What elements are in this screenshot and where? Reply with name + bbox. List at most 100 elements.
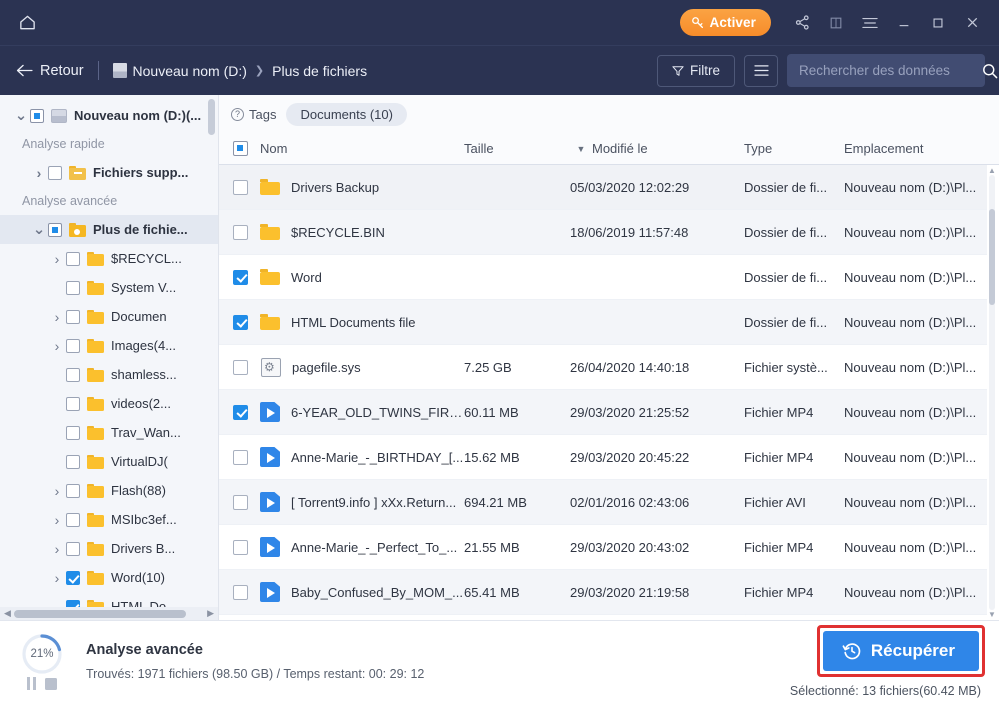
column-header-location[interactable]: Emplacement <box>844 141 999 156</box>
sidebar-item[interactable]: HTML Do... <box>0 592 218 607</box>
row-checkbox[interactable] <box>233 404 248 420</box>
table-row[interactable]: [ Torrent9.info ] xXx.Return... 694.21 MB… <box>219 480 987 525</box>
table-row[interactable]: $RECYCLE.BIN 18/06/2019 11:57:48 Dossier d… <box>219 210 987 255</box>
activate-button[interactable]: Activer <box>679 9 771 36</box>
table-row[interactable]: Word Dossier de fi... Nouveau nom (D:)\Pl.… <box>219 255 987 300</box>
sidebar-item-checkbox[interactable] <box>66 367 80 382</box>
search-icon[interactable] <box>982 63 998 79</box>
column-header-modified[interactable]: Modifié le <box>592 141 744 156</box>
sidebar-item-checkbox[interactable] <box>48 222 62 237</box>
list-vertical-scrollbar[interactable]: ▲ ▼ <box>987 165 997 620</box>
share-icon[interactable] <box>787 8 817 38</box>
chevron-down-icon[interactable]: ⌄ <box>14 108 28 123</box>
sidebar-item-checkbox[interactable] <box>66 338 80 353</box>
row-checkbox[interactable] <box>233 494 248 510</box>
sidebar-vertical-scrollbar[interactable] <box>208 99 217 598</box>
sidebar-item-checkbox[interactable] <box>66 425 80 440</box>
sort-descending-icon[interactable]: ▼ <box>570 144 592 154</box>
row-checkbox[interactable] <box>233 269 248 285</box>
scroll-up-icon[interactable]: ▲ <box>988 166 996 175</box>
question-icon[interactable]: ? <box>231 107 244 121</box>
scroll-right-icon[interactable]: ▶ <box>207 608 214 619</box>
back-button[interactable]: Retour <box>16 63 84 79</box>
row-checkbox[interactable] <box>233 584 248 600</box>
sidebar-item-checkbox[interactable] <box>66 599 80 607</box>
table-row[interactable]: HTML Documents file Dossier de fi... Nouve… <box>219 300 987 345</box>
minimize-icon[interactable] <box>889 8 919 38</box>
sidebar-item[interactable]: › Word(10) <box>0 563 218 592</box>
row-checkbox[interactable] <box>233 314 248 330</box>
sidebar-item-checkbox[interactable] <box>66 483 80 498</box>
sidebar-item[interactable]: VirtualDJ( <box>0 447 218 476</box>
sidebar-item-checkbox[interactable] <box>66 396 80 411</box>
table-row[interactable]: Anne-Marie_-_BIRTHDAY_[... 15.62 MB 29/03/… <box>219 435 987 480</box>
sidebar-item-checkbox[interactable] <box>66 280 80 295</box>
select-all-checkbox[interactable] <box>233 141 248 156</box>
row-checkbox[interactable] <box>233 224 248 240</box>
sidebar-item-checkbox[interactable] <box>66 251 80 266</box>
sidebar-item[interactable]: › Images(4... <box>0 331 218 360</box>
filter-button[interactable]: Filtre <box>657 54 735 87</box>
file-rows-container[interactable]: Drivers Backup 05/03/2020 12:02:29 Dossier… <box>219 165 987 620</box>
row-checkbox[interactable] <box>233 539 248 555</box>
sidebar-item-checkbox[interactable] <box>66 309 80 324</box>
recover-button[interactable]: Récupérer <box>822 631 979 671</box>
row-checkbox[interactable] <box>233 359 248 375</box>
scrollbar-thumb[interactable] <box>208 99 215 135</box>
sidebar-item[interactable]: videos(2... <box>0 389 218 418</box>
chevron-right-icon[interactable]: › <box>50 338 64 354</box>
chevron-down-icon[interactable]: ⌄ <box>32 222 46 237</box>
column-header-type[interactable]: Type <box>744 141 844 156</box>
sidebar-item[interactable]: › Fichiers supp... <box>0 158 218 187</box>
chevron-right-icon[interactable]: › <box>32 165 46 181</box>
sidebar-item[interactable]: ⌄ Plus de fichie... <box>0 215 218 244</box>
sidebar-item[interactable]: › Flash(88) <box>0 476 218 505</box>
stop-icon[interactable] <box>45 678 58 690</box>
scrollbar-thumb-h[interactable] <box>14 609 186 618</box>
search-input[interactable] <box>799 63 976 78</box>
list-view-button[interactable] <box>744 54 778 87</box>
sidebar-item[interactable]: › Drivers B... <box>0 534 218 563</box>
table-row[interactable]: Drivers Backup 05/03/2020 12:02:29 Dossier… <box>219 165 987 210</box>
sidebar-horizontal-scrollbar[interactable]: ◀ ▶ <box>0 607 218 620</box>
scroll-down-icon[interactable]: ▼ <box>988 610 996 619</box>
menu-icon[interactable] <box>855 8 885 38</box>
sidebar-item[interactable]: shamless... <box>0 360 218 389</box>
sidebar-item-checkbox[interactable] <box>66 541 80 556</box>
table-row[interactable]: Baby_Confused_By_MOM_... 65.41 MB 29/03/20… <box>219 570 987 615</box>
sidebar-item-checkbox[interactable] <box>66 512 80 527</box>
sidebar-item[interactable]: › Documen <box>0 302 218 331</box>
sidebar-item-checkbox[interactable] <box>30 108 44 123</box>
table-row[interactable]: pagefile.sys 7.25 GB 26/04/2020 14:40:18 Fi… <box>219 345 987 390</box>
chevron-right-icon[interactable]: › <box>50 309 64 325</box>
scroll-left-icon[interactable]: ◀ <box>4 608 11 619</box>
sidebar-item[interactable]: › $RECYCL... <box>0 244 218 273</box>
sidebar-item[interactable]: Trav_Wan... <box>0 418 218 447</box>
pause-icon[interactable] <box>26 677 37 690</box>
chevron-right-icon[interactable]: › <box>50 512 64 528</box>
sidebar-item[interactable]: System V... <box>0 273 218 302</box>
column-header-size[interactable]: Taille <box>464 141 570 156</box>
sidebar-tree[interactable]: ⌄ Nouveau nom (D:)(... Analyse rapide › Fich… <box>0 101 218 607</box>
breadcrumb-item-drive[interactable]: Nouveau nom (D:) <box>133 63 247 79</box>
chevron-right-icon[interactable]: › <box>50 251 64 267</box>
table-row[interactable]: Anne-Marie_-_Perfect_To_... 21.55 MB 29/03… <box>219 525 987 570</box>
column-header-name[interactable]: Nom <box>219 141 464 156</box>
sidebar-item[interactable]: ⌄ Nouveau nom (D:)(... <box>0 101 218 130</box>
sidebar-item-checkbox[interactable] <box>66 570 80 585</box>
chevron-right-icon[interactable]: › <box>50 483 64 499</box>
close-icon[interactable] <box>957 8 987 38</box>
sidebar-item-checkbox[interactable] <box>48 165 62 180</box>
chevron-right-icon[interactable]: › <box>50 570 64 586</box>
row-checkbox[interactable] <box>233 449 248 465</box>
sidebar-item-checkbox[interactable] <box>66 454 80 469</box>
scrollbar-thumb-list[interactable] <box>989 209 995 305</box>
breadcrumb-item-current[interactable]: Plus de fichiers <box>272 63 367 79</box>
table-row[interactable]: 6-YEAR_OLD_TWINS_FIRST... 60.11 MB 29/03/2… <box>219 390 987 435</box>
maximize-icon[interactable] <box>923 8 953 38</box>
book-icon[interactable] <box>821 8 851 38</box>
home-icon[interactable] <box>14 10 40 36</box>
row-checkbox[interactable] <box>233 179 248 195</box>
tag-chip-documents[interactable]: Documents (10) <box>286 102 407 126</box>
search-box[interactable] <box>787 54 998 87</box>
